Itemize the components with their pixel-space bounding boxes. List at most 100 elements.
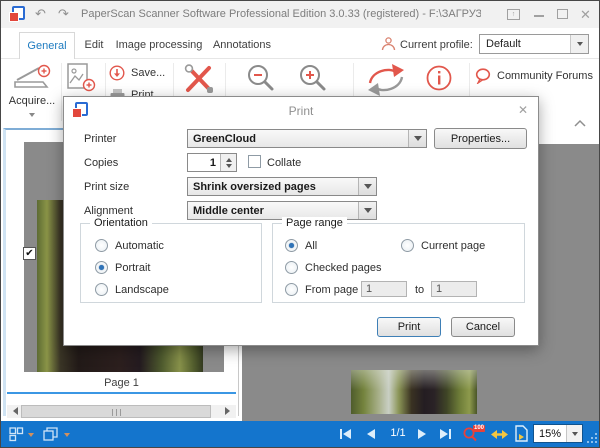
acquire-label: Acquire... <box>5 95 59 107</box>
radio-from-page[interactable] <box>285 283 298 296</box>
zoom-level-chevron-icon[interactable] <box>566 425 582 442</box>
radio-automatic[interactable] <box>95 239 108 252</box>
print-size-label: Print size <box>84 181 129 193</box>
printer-select[interactable]: GreenCloud <box>187 129 427 148</box>
fit-width-icon[interactable] <box>491 428 508 441</box>
acquire-dropdown-icon[interactable] <box>29 113 35 120</box>
zoom-in-button[interactable] <box>297 62 333 96</box>
profile-select-value: Default <box>486 38 521 50</box>
community-forums-label: Community Forums <box>497 70 593 82</box>
alignment-label: Alignment <box>84 205 133 217</box>
tab-image-processing[interactable]: Image processing <box>113 32 205 58</box>
float-window-icon[interactable]: ↑ <box>507 9 520 20</box>
collate-checkbox[interactable] <box>248 155 261 168</box>
copies-value: 1 <box>210 157 216 169</box>
radio-checked-pages-label[interactable]: Checked pages <box>305 262 381 274</box>
tools-icon <box>181 63 217 95</box>
first-page-icon[interactable] <box>339 428 352 440</box>
app-window: ↶ ↷ PaperScan Scanner Software Professio… <box>0 0 600 448</box>
title-bar: ↶ ↷ PaperScan Scanner Software Professio… <box>1 1 599 28</box>
spin-up-icon[interactable] <box>226 155 232 162</box>
print-confirm-button[interactable]: Print <box>377 317 441 337</box>
tab-edit[interactable]: Edit <box>77 32 111 58</box>
previous-page-icon[interactable] <box>365 428 376 440</box>
profile-select[interactable]: Default <box>479 34 589 54</box>
import-image-button[interactable] <box>65 62 101 96</box>
copies-spin-buttons[interactable] <box>220 154 236 171</box>
alignment-value: Middle center <box>193 205 264 217</box>
zoom-level-select[interactable]: 15% <box>533 424 583 443</box>
resize-grip[interactable] <box>587 433 597 443</box>
print-size-select[interactable]: Shrink oversized pages <box>187 177 377 196</box>
profile-select-chevron-icon[interactable] <box>570 35 588 53</box>
close-icon[interactable]: ✕ <box>580 7 591 23</box>
speech-bubble-icon <box>475 68 493 84</box>
thumbnail-view-dropdown-icon[interactable] <box>28 433 34 440</box>
orientation-group: Orientation Automatic Portrait Landscape <box>80 223 262 303</box>
undo-icon[interactable]: ↶ <box>35 6 46 22</box>
to-page-input[interactable]: 1 <box>431 281 477 297</box>
radio-portrait-label[interactable]: Portrait <box>115 262 150 274</box>
zoom-out-icon <box>245 62 277 94</box>
page-layout-dropdown-icon[interactable] <box>64 433 70 440</box>
dialog-close-icon[interactable]: ✕ <box>518 103 528 117</box>
save-label: Save... <box>131 67 165 79</box>
radio-checked-pages[interactable] <box>285 261 298 274</box>
cancel-button[interactable]: Cancel <box>451 317 515 337</box>
radio-landscape[interactable] <box>95 283 108 296</box>
save-button[interactable]: Save... <box>109 65 171 85</box>
zoom-100-button[interactable]: 100 <box>463 425 485 443</box>
tab-annotations[interactable]: Annotations <box>207 32 277 58</box>
tools-button[interactable] <box>181 63 219 97</box>
scroll-right-icon[interactable] <box>223 405 236 418</box>
scroll-left-icon[interactable] <box>7 405 20 418</box>
fit-page-icon[interactable] <box>515 425 528 442</box>
info-button[interactable] <box>425 64 455 94</box>
properties-button[interactable]: Properties... <box>434 128 527 149</box>
zoom-in-icon <box>297 62 329 94</box>
print-dialog-titlebar[interactable]: Print ✕ <box>64 97 538 123</box>
share-button[interactable] <box>363 61 411 97</box>
page-range-group: Page range All Current page Checked page… <box>272 223 525 303</box>
next-page-icon[interactable] <box>417 428 428 440</box>
collapse-ribbon-icon[interactable] <box>573 119 587 128</box>
print-size-chevron-icon[interactable] <box>358 178 376 195</box>
copies-stepper[interactable]: 1 <box>187 153 237 172</box>
tab-general[interactable]: General <box>19 32 75 59</box>
collate-label: Collate <box>267 157 301 169</box>
copies-label: Copies <box>84 157 118 169</box>
thumbnail-view-icon[interactable] <box>9 427 24 442</box>
radio-portrait[interactable] <box>95 261 108 274</box>
radio-all[interactable] <box>285 239 298 252</box>
status-bar: 1/1 100 15% <box>1 421 599 447</box>
thumbnail-scrollbar[interactable] <box>7 405 236 418</box>
zoom-out-button[interactable] <box>245 62 281 96</box>
minimize-icon[interactable] <box>534 15 544 17</box>
radio-from-page-label[interactable]: From page <box>305 284 358 296</box>
page-range-legend: Page range <box>282 217 347 229</box>
preview-page-image[interactable] <box>351 370 477 414</box>
page-layout-icon[interactable] <box>43 427 59 442</box>
radio-automatic-label[interactable]: Automatic <box>115 240 164 252</box>
redo-icon[interactable]: ↷ <box>58 6 69 22</box>
from-page-input[interactable]: 1 <box>361 281 407 297</box>
acquire-button[interactable]: Acquire... <box>5 61 59 125</box>
radio-landscape-label[interactable]: Landscape <box>115 284 169 296</box>
spin-down-icon[interactable] <box>226 164 232 171</box>
community-forums-button[interactable]: Community Forums <box>475 67 595 89</box>
radio-all-label[interactable]: All <box>305 240 317 252</box>
radio-current-page-label[interactable]: Current page <box>421 240 485 252</box>
app-logo-icon <box>9 6 25 22</box>
zoom-100-badge: 100 <box>473 425 485 432</box>
printer-select-chevron-icon[interactable] <box>408 130 426 147</box>
page-caption[interactable]: Page 1 <box>7 374 236 394</box>
radio-current-page[interactable] <box>401 239 414 252</box>
printer-label: Printer <box>84 133 116 145</box>
last-page-icon[interactable] <box>439 428 452 440</box>
scrollbar-thumb[interactable] <box>21 405 211 418</box>
zoom-level-value: 15% <box>539 428 561 440</box>
page-checkbox[interactable]: ✔ <box>23 247 36 260</box>
maximize-icon[interactable] <box>557 9 568 19</box>
alignment-chevron-icon[interactable] <box>358 202 376 219</box>
dialog-title: Print <box>64 104 538 118</box>
